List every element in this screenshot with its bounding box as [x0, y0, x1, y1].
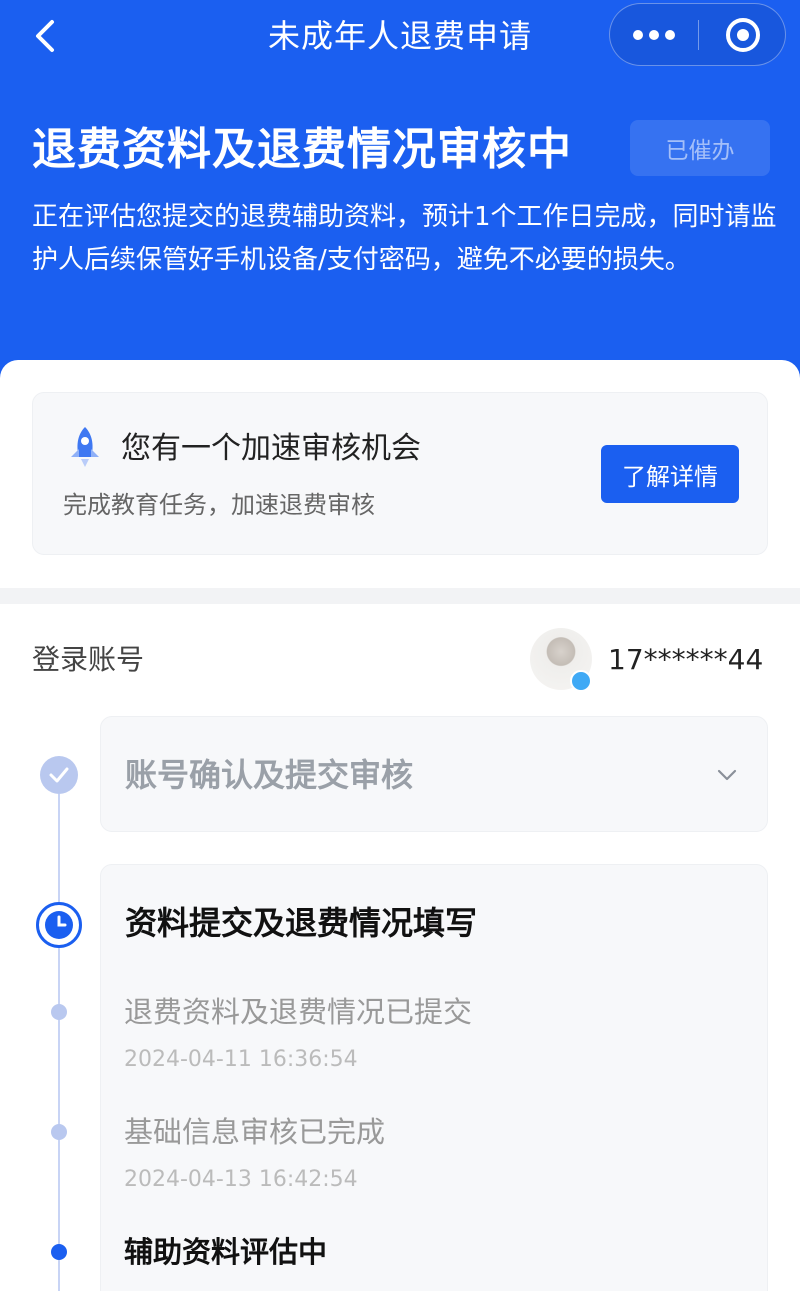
avatar-badge — [570, 670, 592, 692]
step-card-account-confirm[interactable]: 账号确认及提交审核 — [100, 716, 768, 832]
account-number: 17******44 — [608, 643, 764, 676]
speedup-title: 您有一个加速审核机会 — [121, 431, 421, 466]
substep-title: 基础信息审核已完成 — [124, 1115, 386, 1149]
target-circle-icon — [725, 17, 760, 52]
account-label: 登录账号 — [32, 643, 145, 676]
substep-dot — [51, 1004, 67, 1020]
mini-program-capsule — [609, 3, 786, 66]
status-title: 退费资料及退费情况审核中 — [32, 124, 572, 175]
timeline-line — [58, 794, 60, 902]
step-title: 账号确认及提交审核 — [125, 756, 414, 794]
substep-dot-active — [51, 1244, 67, 1260]
step-in-progress-clock-icon — [36, 902, 82, 948]
step-done-check-icon — [40, 756, 78, 794]
substep-title: 辅助资料评估中 — [124, 1235, 328, 1269]
step-card-material-submission: 资料提交及退费情况填写 — [100, 864, 768, 1291]
more-button[interactable] — [610, 4, 698, 65]
more-dots-icon — [633, 29, 675, 40]
substep-time: 2024-04-11 16:36:54 — [124, 1047, 358, 1072]
urged-button[interactable]: 已催办 — [630, 120, 770, 176]
rocket-icon — [71, 427, 99, 467]
substep-title: 退费资料及退费情况已提交 — [124, 995, 473, 1029]
speedup-card: 您有一个加速审核机会 完成教育任务，加速退费审核 了解详情 — [32, 392, 768, 555]
substep-time: 2024-04-13 16:42:54 — [124, 1167, 358, 1192]
timeline-line — [58, 948, 60, 1291]
status-description: 正在评估您提交的退费辅助资料，预计1个工作日完成，同时请监护人后续保管好手机设备… — [32, 202, 777, 275]
chevron-down-icon — [717, 769, 737, 781]
header-banner: 未成年人退费申请 退费资料及退费情况审核中 已催办 正在评估您提交的退费辅助资料… — [0, 0, 800, 380]
section-divider — [0, 588, 800, 604]
substep-dot — [51, 1124, 67, 1140]
step-title: 资料提交及退费情况填写 — [125, 904, 478, 942]
speedup-subtitle: 完成教育任务，加速退费审核 — [63, 491, 375, 519]
close-button[interactable] — [699, 4, 786, 65]
learn-more-button[interactable]: 了解详情 — [601, 445, 739, 503]
avatar — [530, 628, 592, 692]
